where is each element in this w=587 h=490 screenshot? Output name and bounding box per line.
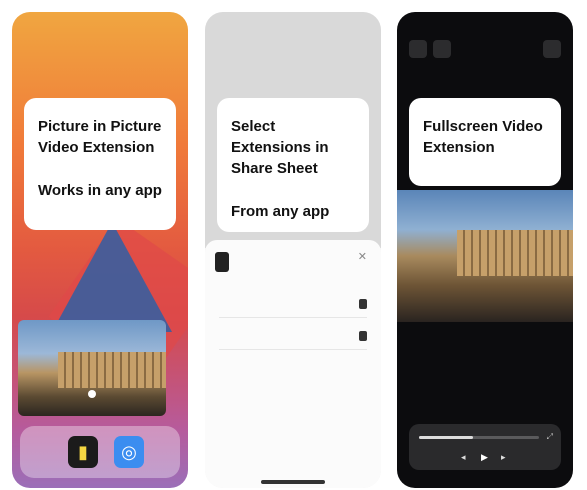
play-icon[interactable]: ▶ — [481, 452, 488, 463]
skip-forward-icon[interactable]: ▸ — [501, 452, 506, 463]
feature-card: Fullscreen Video Extension — [409, 98, 561, 186]
skip-back-icon[interactable]: ◂ — [461, 452, 466, 463]
close-icon[interactable]: ✕ — [358, 250, 367, 263]
volume-button-icon[interactable] — [543, 40, 561, 58]
pip-button-icon[interactable] — [433, 40, 451, 58]
status-bar — [205, 18, 381, 30]
screenshot-pip-extension: Picture in Picture Video Extension Works… — [12, 12, 188, 488]
card-headline: Select Extensions in Share Sheet — [231, 118, 329, 177]
card-headline: Fullscreen Video Extension — [423, 118, 543, 156]
progress-fill — [419, 436, 473, 439]
app-thumbnail-icon — [215, 252, 229, 272]
extension-icon — [359, 298, 367, 309]
share-action-row[interactable] — [219, 290, 367, 318]
home-indicator — [261, 480, 325, 484]
close-button-icon[interactable] — [409, 40, 427, 58]
feature-card: Select Extensions in Share Sheet From an… — [217, 98, 369, 232]
card-subheadline: From any app — [231, 203, 330, 220]
wallpaper-shape — [52, 222, 172, 332]
share-sheet: ✕ — [205, 240, 381, 488]
status-bar — [12, 18, 188, 30]
status-bar — [397, 18, 573, 30]
play-indicator-icon[interactable] — [88, 390, 96, 398]
screenshot-fullscreen-extension: Fullscreen Video Extension ⤢ ◂ ▶ ▸ — [397, 12, 573, 488]
player-controls: ⤢ ◂ ▶ ▸ — [409, 424, 561, 470]
progress-track[interactable] — [419, 436, 539, 439]
dock: ▮ ◎ — [20, 426, 180, 478]
expand-icon[interactable]: ⤢ — [547, 432, 553, 442]
video-frame-building — [58, 352, 166, 388]
feature-card: Picture in Picture Video Extension Works… — [24, 98, 176, 230]
safari-icon[interactable]: ◎ — [114, 436, 144, 468]
video-app-icon[interactable]: ▮ — [68, 436, 98, 468]
card-headline: Picture in Picture Video Extension — [38, 118, 162, 156]
fullscreen-video[interactable] — [397, 190, 573, 322]
pip-video-window[interactable] — [18, 320, 166, 416]
screenshot-share-sheet: Select Extensions in Share Sheet From an… — [205, 12, 381, 488]
video-frame-building — [457, 230, 573, 276]
share-action-row[interactable] — [219, 322, 367, 350]
card-subheadline: Works in any app — [38, 182, 162, 199]
extension-icon — [359, 330, 367, 341]
